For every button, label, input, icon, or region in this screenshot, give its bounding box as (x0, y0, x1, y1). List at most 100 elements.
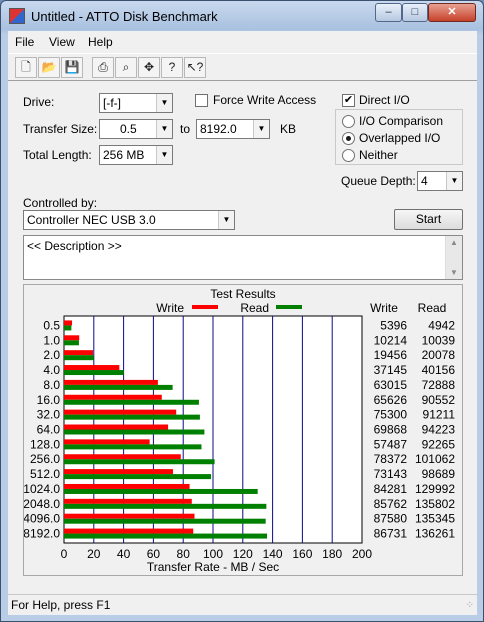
close-button[interactable]: ✕ (428, 3, 476, 22)
neither-label: Neither (359, 148, 398, 162)
x-tick-label: 60 (147, 547, 161, 561)
read-value: 135802 (415, 497, 455, 511)
start-button[interactable]: Start (394, 209, 463, 230)
write-value: 84281 (374, 482, 408, 496)
io-comparison-radio[interactable] (342, 115, 355, 128)
category-label: 0.5 (43, 318, 60, 332)
menu-bar: File View Help (8, 31, 477, 53)
context-help-icon[interactable]: ↖? (184, 57, 206, 78)
neither-radio[interactable] (342, 149, 355, 162)
save-icon[interactable]: 💾 (61, 57, 83, 78)
description-scrollbar[interactable]: ▲ ▼ (445, 236, 462, 279)
x-tick-label: 100 (203, 547, 223, 561)
read-bar (64, 325, 72, 331)
total-length-select[interactable]: 256 MB ▼ (99, 145, 173, 165)
chevron-down-icon: ▼ (156, 146, 172, 164)
read-bar (64, 503, 267, 509)
size-grip-icon[interactable]: ⁘ (466, 600, 474, 611)
category-label: 1024.0 (24, 482, 60, 496)
maximize-button[interactable]: □ (402, 3, 428, 22)
write-bar (64, 454, 181, 460)
write-value: 19456 (374, 348, 408, 362)
help-icon[interactable]: ? (161, 57, 183, 78)
force-write-checkbox[interactable] (195, 94, 208, 107)
x-tick-label: 40 (117, 547, 131, 561)
drive-select[interactable]: [-f-] ▼ (99, 93, 173, 113)
category-label: 256.0 (30, 452, 60, 466)
queue-depth-select[interactable]: 4 ▼ (417, 171, 463, 191)
menu-file[interactable]: File (15, 35, 34, 49)
window-title: Untitled - ATTO Disk Benchmark (31, 9, 218, 24)
app-window: Untitled - ATTO Disk Benchmark – □ ✕ Fil… (0, 0, 484, 622)
x-tick-label: 0 (61, 547, 68, 561)
read-value: 40156 (422, 363, 456, 377)
chevron-down-icon: ▼ (156, 94, 172, 112)
write-legend-swatch (192, 305, 218, 309)
read-bar (64, 459, 215, 465)
category-label: 2.0 (43, 348, 60, 362)
write-bar (64, 469, 173, 475)
category-label: 8192.0 (24, 527, 60, 541)
read-column-header: Read (418, 301, 447, 315)
transfer-from-select[interactable]: 0.5 ▼ (99, 119, 173, 139)
direct-io-checkbox[interactable]: ✔ (342, 94, 355, 107)
write-value: 78372 (374, 452, 408, 466)
description-box[interactable]: << Description >> ▲ ▼ (23, 235, 463, 280)
write-value: 86731 (374, 527, 408, 541)
x-tick-label: 200 (352, 547, 372, 561)
title-bar[interactable]: Untitled - ATTO Disk Benchmark – □ ✕ (1, 1, 483, 31)
print-icon[interactable]: ⎙ (92, 57, 114, 78)
read-value: 101062 (415, 452, 455, 466)
chevron-down-icon: ▼ (253, 120, 269, 138)
category-label: 32.0 (37, 408, 61, 422)
write-value: 57487 (374, 437, 408, 451)
status-bar: For Help, press F1 ⁘ (8, 594, 477, 615)
total-length-label: Total Length: (23, 148, 92, 162)
open-icon[interactable]: 📂 (38, 57, 60, 78)
minimize-button[interactable]: – (375, 3, 402, 22)
x-tick-label: 140 (263, 547, 283, 561)
queue-depth-label: Queue Depth: (341, 174, 416, 188)
category-label: 16.0 (37, 393, 61, 407)
kb-label: KB (280, 122, 297, 136)
write-value: 85762 (374, 497, 408, 511)
results-chart: Test Results Write Read Write Read 0 20 40… (23, 287, 456, 574)
write-column-header: Write (370, 301, 398, 315)
write-value: 69868 (374, 423, 408, 437)
read-bar (64, 370, 124, 376)
read-value: 98689 (422, 467, 456, 481)
overlapped-io-radio[interactable] (342, 132, 355, 145)
controller-select[interactable]: Controller NEC USB 3.0 ▼ (23, 210, 235, 230)
chevron-down-icon: ▼ (156, 120, 172, 138)
menu-view[interactable]: View (49, 35, 75, 49)
move-icon[interactable]: ✥ (138, 57, 160, 78)
new-icon[interactable]: 🗋 (15, 57, 37, 78)
overlapped-io-label: Overlapped I/O (359, 131, 441, 145)
category-label: 1.0 (43, 333, 60, 347)
write-value: 73143 (374, 467, 408, 481)
results-title: Test Results (210, 287, 275, 301)
write-bar (64, 320, 73, 326)
force-write-label: Force Write Access (213, 93, 317, 107)
transfer-to-select[interactable]: 8192.0 ▼ (196, 119, 270, 139)
read-value: 94223 (422, 423, 456, 437)
write-bar (64, 409, 177, 415)
scroll-up-icon: ▲ (450, 238, 458, 247)
chevron-down-icon: ▼ (218, 211, 234, 229)
read-value: 90552 (422, 393, 456, 407)
x-axis-label: Transfer Rate - MB / Sec (147, 560, 279, 574)
toolbar: 🗋 📂 💾 ⎙ ⌕ ✥ ? ↖? (8, 53, 477, 81)
controlled-by-label: Controlled by: (23, 196, 98, 210)
x-tick-label: 20 (87, 547, 101, 561)
menu-help[interactable]: Help (88, 35, 113, 49)
description-text: << Description >> (27, 239, 122, 253)
status-text: For Help, press F1 (11, 598, 111, 612)
read-legend-swatch (276, 305, 302, 309)
write-bar (64, 439, 150, 445)
read-bar (64, 399, 199, 405)
atto-app-icon (9, 8, 25, 24)
print-preview-icon[interactable]: ⌕ (115, 57, 137, 78)
write-value: 87580 (374, 512, 408, 526)
read-value: 72888 (422, 378, 456, 392)
read-bar (64, 355, 94, 361)
